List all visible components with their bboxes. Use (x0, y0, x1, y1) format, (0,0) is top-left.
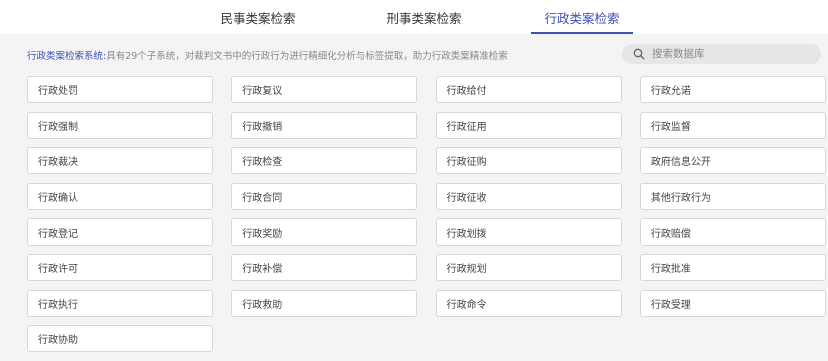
search-box[interactable] (622, 44, 821, 64)
category-item[interactable]: 行政裁决 (27, 147, 213, 175)
description-text: 具有29个子系统，对裁判文书中的行政行为进行精细化分析与标签提取，助力行政类案精… (106, 51, 508, 62)
category-item[interactable]: 行政复议 (231, 76, 418, 104)
category-label: 行政复议 (242, 86, 283, 98)
category-item[interactable]: 行政征购 (435, 147, 622, 175)
category-item[interactable]: 其他行政行为 (639, 182, 826, 211)
category-label: 行政补偿 (242, 264, 283, 276)
category-label: 行政处罚 (38, 86, 78, 98)
page: 民事类案检索 刑事类案检索 行政类案检索 行政类案检索系统:具有29个子系统，对… (0, 0, 828, 361)
category-item[interactable]: 行政撤销 (231, 111, 418, 139)
category-item[interactable]: 行政执行 (27, 289, 213, 317)
system-description: 行政类案检索系统:具有29个子系统，对裁判文书中的行政行为进行精细化分析与标签提… (27, 50, 508, 64)
active-tab-indicator (531, 32, 633, 34)
category-label: 行政批准 (650, 264, 691, 276)
category-item[interactable]: 行政批准 (639, 253, 826, 282)
category-item[interactable]: 政府信息公开 (639, 147, 826, 175)
tab-civil-case-search[interactable]: 民事类案检索 (205, 0, 311, 34)
category-label: 其他行政行为 (650, 192, 711, 204)
category-item[interactable]: 行政登记 (27, 218, 213, 246)
category-label: 行政强制 (38, 121, 78, 133)
category-label: 行政撤销 (242, 121, 283, 133)
category-item[interactable]: 行政征用 (435, 111, 622, 139)
category-item[interactable]: 行政补偿 (231, 253, 418, 282)
category-label: 行政监督 (650, 121, 691, 133)
tab-bar: 民事类案检索 刑事类案检索 行政类案检索 (0, 0, 828, 34)
category-label: 行政救助 (242, 299, 283, 311)
tab-label: 民事类案检索 (220, 10, 296, 26)
category-label: 行政给付 (446, 86, 487, 98)
category-label: 行政协助 (38, 335, 78, 347)
tab-administrative-case-search[interactable]: 行政类案检索 (531, 0, 633, 34)
category-item[interactable]: 行政处罚 (27, 76, 213, 104)
category-label: 行政确认 (38, 192, 78, 204)
tab-criminal-case-search[interactable]: 刑事类案检索 (371, 0, 477, 34)
category-item[interactable]: 行政给付 (435, 76, 622, 104)
category-item[interactable]: 行政征收 (435, 182, 622, 211)
category-label: 行政命令 (446, 299, 487, 311)
category-label: 行政征购 (446, 157, 487, 169)
category-label: 行政许可 (38, 264, 78, 276)
category-label: 行政合同 (242, 192, 283, 204)
category-label: 行政征收 (446, 192, 487, 204)
category-item[interactable]: 行政检查 (231, 147, 418, 175)
category-label: 行政赔偿 (650, 228, 691, 240)
category-item[interactable]: 行政规划 (435, 253, 622, 282)
category-label: 行政登记 (38, 228, 78, 240)
category-item[interactable]: 行政命令 (435, 289, 622, 317)
category-item[interactable]: 行政协助 (27, 325, 213, 353)
category-label: 行政执行 (38, 299, 78, 311)
category-item[interactable]: 行政强制 (27, 111, 213, 139)
category-label: 行政规划 (446, 264, 487, 276)
category-label: 行政受理 (650, 299, 691, 311)
category-item[interactable]: 行政允诺 (639, 76, 826, 104)
category-label: 行政划拨 (446, 228, 487, 240)
category-item[interactable]: 行政划拨 (435, 218, 622, 246)
description-lead: 行政类案检索系统: (27, 51, 107, 62)
category-label: 行政检查 (242, 157, 283, 169)
tab-label: 刑事类案检索 (386, 10, 462, 26)
category-label: 行政裁决 (38, 157, 78, 169)
category-item[interactable]: 行政救助 (231, 289, 418, 317)
category-label: 行政允诺 (650, 86, 691, 98)
category-label: 行政奖励 (242, 228, 283, 240)
category-grid: 行政处罚 行政复议 行政给付 行政允诺行政强制 行政撤销 行政征用 行政监督行政裁决 行政检查… (27, 76, 826, 353)
category-label: 政府信息公开 (650, 157, 711, 169)
category-item[interactable]: 行政赔偿 (639, 218, 826, 246)
category-item[interactable]: 行政许可 (27, 253, 213, 282)
tab-label: 行政类案检索 (544, 10, 620, 26)
category-item[interactable]: 行政受理 (639, 289, 826, 317)
search-input[interactable] (652, 45, 812, 63)
category-item[interactable]: 行政确认 (27, 182, 213, 211)
search-icon (633, 48, 645, 60)
category-item[interactable]: 行政监督 (639, 111, 826, 139)
category-item[interactable]: 行政奖励 (231, 218, 418, 246)
category-label: 行政征用 (446, 121, 487, 133)
category-item[interactable]: 行政合同 (231, 182, 418, 211)
